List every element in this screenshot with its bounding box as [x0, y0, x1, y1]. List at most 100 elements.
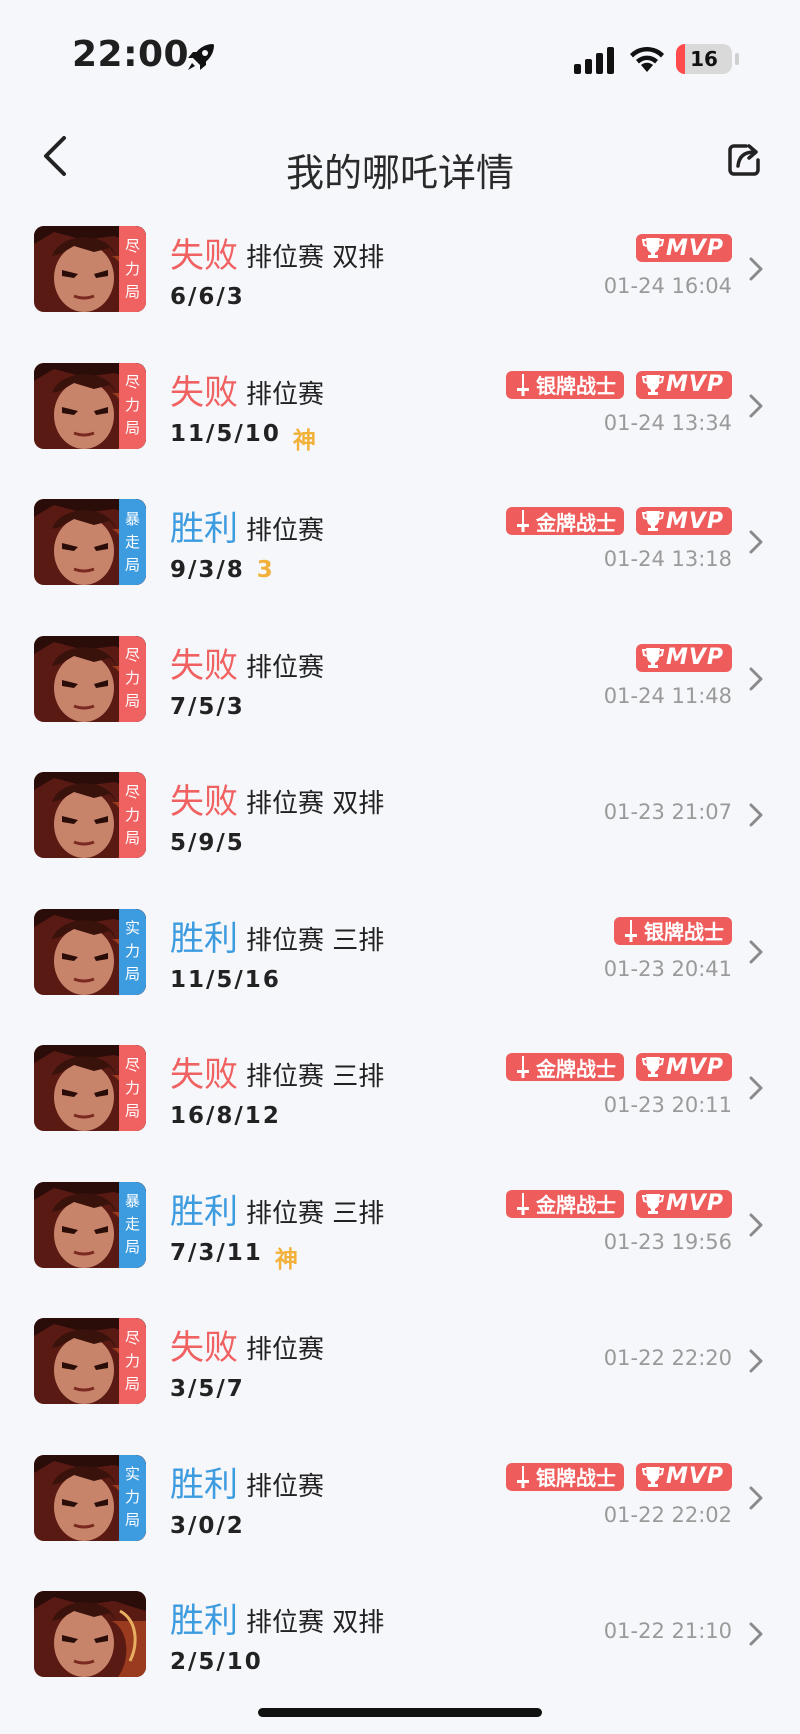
match-datetime: 01-23 20:11	[603, 1093, 732, 1117]
chevron-right-icon[interactable]	[748, 256, 764, 282]
match-mode: 排位赛 双排	[246, 243, 385, 273]
match-row[interactable]: 尽力局失败 排位赛 双排 6/6/3 MVP 01-24 16:04	[0, 222, 800, 359]
performance-tag: 实力局	[119, 1454, 146, 1541]
match-datetime: 01-24 11:48	[603, 683, 732, 708]
chevron-right-icon[interactable]	[748, 666, 764, 692]
kda-score: 11/5/10	[170, 420, 281, 447]
performance-tag-char: 力	[124, 1351, 140, 1370]
badge-label: MVP	[665, 1464, 724, 1489]
match-row[interactable]: 暴走局胜利 排位赛 三排 7/3/11 神金牌战士 MVP 01-23 19:56	[0, 1178, 800, 1315]
performance-tag-char: 局	[124, 282, 140, 301]
performance-tag-char: 尽	[124, 1328, 140, 1347]
performance-tag-char: 局	[124, 419, 140, 437]
performance-tag-char: 力	[124, 1078, 140, 1097]
match-mode: 排位赛	[246, 379, 325, 410]
match-row[interactable]: 尽力局失败 排位赛 11/5/10 神银牌战士 MVP 01-24 13:34	[0, 359, 800, 496]
hero-avatar: 暴走局	[34, 499, 146, 585]
hero-avatar	[34, 1591, 146, 1677]
chevron-right-icon[interactable]	[748, 393, 764, 419]
match-row[interactable]: 实力局胜利 排位赛 3/0/2 银牌战士 MVP 01-22 22:02	[0, 1451, 800, 1588]
sword-icon	[516, 1465, 529, 1488]
status-time: 22:00	[72, 34, 190, 75]
match-row[interactable]: 尽力局失败 排位赛 3/5/7 01-22 22:20	[0, 1314, 800, 1451]
match-datetime: 01-22 21:10	[603, 1619, 732, 1643]
performance-tag-char: 局	[124, 1374, 140, 1393]
hero-avatar: 实力局	[34, 908, 146, 995]
kda-score: 2/5/10	[170, 1649, 263, 1675]
badge-label: MVP	[665, 372, 724, 397]
match-row[interactable]: 胜利 排位赛 双排 2/5/10 01-22 21:10	[0, 1587, 800, 1724]
hero-avatar: 暴走局	[34, 1181, 146, 1268]
match-row[interactable]: 尽力局失败 排位赛 双排 5/9/5 01-23 21:07	[0, 768, 800, 905]
badge-group: 金牌战士 MVP	[505, 1189, 732, 1220]
badge-group: 银牌战士 MVP	[505, 370, 732, 401]
performance-tag-char: 暴	[124, 1192, 140, 1210]
performance-tag-char: 力	[124, 669, 140, 687]
match-result: 失败	[170, 1328, 238, 1368]
match-result: 失败	[170, 1055, 238, 1095]
badge-label: MVP	[665, 1191, 724, 1216]
chevron-right-icon[interactable]	[748, 939, 764, 965]
hero-avatar: 尽力局	[34, 635, 146, 722]
home-indicator[interactable]	[258, 1708, 542, 1717]
chevron-right-icon[interactable]	[748, 1485, 764, 1511]
match-datetime: 01-24 16:04	[603, 274, 732, 298]
mvp-badge: MVP	[635, 1189, 732, 1218]
hero-avatar: 尽力局	[34, 362, 146, 449]
chevron-right-icon[interactable]	[748, 1348, 764, 1374]
match-row[interactable]: 尽力局失败 排位赛 三排 16/8/12 金牌战士 MVP 01-23 20:11	[0, 1041, 800, 1178]
match-row[interactable]: 实力局胜利 排位赛 三排 11/5/16 银牌战士 01-23 20:41	[0, 905, 800, 1042]
match-row[interactable]: 尽力局失败 排位赛 7/5/3 MVP 01-24 11:48	[0, 632, 800, 769]
chevron-right-icon[interactable]	[748, 529, 764, 555]
mvp-badge: MVP	[635, 234, 732, 262]
match-mode: 排位赛 三排	[246, 1198, 385, 1229]
match-mode: 排位赛 三排	[246, 925, 385, 956]
chevron-right-icon[interactable]	[748, 802, 764, 828]
performance-tag: 暴走局	[119, 1181, 146, 1268]
status-bar: 22:00 16	[0, 0, 800, 110]
badge-label: MVP	[665, 645, 724, 670]
performance-tag-char: 走	[124, 532, 140, 551]
performance-tag-char: 局	[124, 965, 140, 983]
sword-icon	[516, 1056, 529, 1078]
hero-avatar: 尽力局	[34, 1045, 146, 1131]
hero-avatar: 尽力局	[34, 772, 146, 858]
rocket-icon	[188, 44, 214, 70]
performance-tag-char: 局	[124, 1238, 140, 1256]
warrior-badge: 金牌战士	[505, 507, 624, 535]
badge-label: 银牌战士	[644, 920, 724, 944]
performance-tag-char: 尽	[124, 782, 140, 801]
badge-label: 金牌战士	[535, 1056, 616, 1081]
performance-tag-char: 走	[124, 1215, 140, 1233]
kda-score: 16/8/12	[170, 1103, 281, 1129]
kda-highlight: 3	[256, 557, 273, 583]
chevron-right-icon[interactable]	[748, 1212, 764, 1238]
chevron-right-icon[interactable]	[748, 1621, 764, 1647]
kda-score: 5/9/5	[170, 830, 245, 856]
match-result: 胜利	[170, 1601, 238, 1641]
chevron-right-icon[interactable]	[748, 1075, 764, 1101]
performance-tag-char: 局	[124, 828, 140, 847]
sword-icon	[516, 373, 529, 396]
badge-label: MVP	[665, 508, 724, 534]
match-result: 胜利	[170, 509, 238, 549]
performance-tag-char: 局	[124, 1101, 140, 1120]
badge-label: 银牌战士	[535, 374, 616, 398]
warrior-badge: 银牌战士	[505, 1462, 624, 1491]
badge-group: 银牌战士 MVP	[505, 1462, 732, 1493]
kda-score: 3/0/2	[170, 1512, 245, 1539]
trophy-icon	[641, 374, 664, 395]
performance-tag-char: 暴	[124, 509, 140, 528]
hero-avatar: 尽力局	[34, 1318, 146, 1404]
match-row[interactable]: 暴走局胜利 排位赛 9/3/8 3 金牌战士 MVP 01-24 13:18	[0, 495, 800, 632]
mvp-badge: MVP	[635, 643, 732, 672]
badge-label: 银牌战士	[535, 1466, 616, 1490]
trophy-icon	[641, 1193, 664, 1214]
performance-tag: 尽力局	[119, 772, 146, 858]
share-icon[interactable]	[724, 140, 764, 180]
kda-score: 11/5/16	[170, 966, 281, 993]
trophy-icon	[641, 511, 664, 531]
performance-tag: 尽力局	[119, 1045, 146, 1131]
performance-tag: 尽力局	[119, 635, 146, 722]
cellular-signal-icon	[574, 47, 614, 74]
